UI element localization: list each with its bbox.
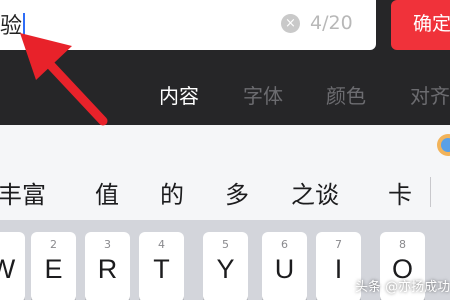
key-w[interactable]: W (0, 232, 25, 300)
candidate-row: 丰富 值 的 多 之谈 卡 (0, 175, 450, 211)
tab-font[interactable]: 字体 (243, 80, 283, 109)
text-editor-panel: 验 × 4/20 确定 内容 字体 颜色 对齐 (0, 0, 450, 125)
key-e[interactable]: 2 E (31, 232, 76, 300)
candidate-item[interactable]: 的 (160, 175, 184, 210)
key-y[interactable]: 5 Y (203, 232, 248, 300)
tab-color[interactable]: 颜色 (326, 80, 366, 109)
confirm-button[interactable]: 确定 (391, 0, 450, 50)
candidate-item[interactable]: 卡 (388, 175, 412, 210)
character-counter: 4/20 (310, 12, 353, 34)
watermark-text: 头条 @亦扬成功 (355, 280, 450, 295)
keyboard-logo-icon (437, 134, 450, 156)
tab-content[interactable]: 内容 (159, 80, 199, 109)
candidate-item[interactable]: 多 (225, 175, 249, 210)
clear-icon[interactable]: × (281, 14, 300, 33)
candidate-bar: 丰富 值 的 多 之谈 卡 (0, 125, 450, 220)
candidate-item[interactable]: 值 (95, 175, 119, 210)
tab-align[interactable]: 对齐 (410, 80, 450, 109)
style-tabs: 内容 字体 颜色 对齐 (0, 80, 450, 114)
text-input-value: 验 (0, 8, 26, 40)
candidate-item[interactable]: 丰富 (0, 175, 46, 210)
candidate-divider (430, 177, 431, 207)
key-r[interactable]: 3 R (85, 232, 130, 300)
key-t[interactable]: 4 T (139, 232, 184, 300)
keyboard: 丰富 值 的 多 之谈 卡 W 2 E 3 R 4 T 5 Y 6 U 7 I … (0, 125, 450, 300)
key-u[interactable]: 6 U (262, 232, 307, 300)
candidate-item[interactable]: 之谈 (291, 175, 339, 210)
text-caret (23, 13, 26, 37)
text-input-field[interactable]: 验 × 4/20 (0, 0, 376, 50)
